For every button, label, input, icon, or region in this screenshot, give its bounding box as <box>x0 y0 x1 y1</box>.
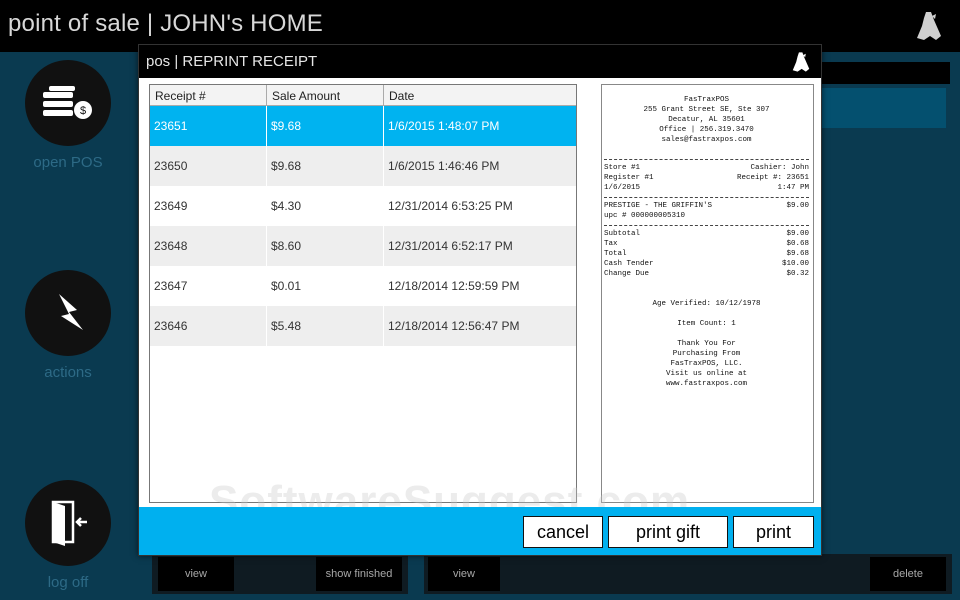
receipt-date: 1/6/2015 <box>604 184 641 192</box>
receipt-office-phone: Office | 256.319.3470 <box>659 126 754 134</box>
table-header: Receipt # Sale Amount Date <box>150 85 576 106</box>
app-title: point of sale | JOHN's HOME <box>8 10 323 37</box>
receipt-address-line1: 255 Grant Street SE, Ste 307 <box>643 106 770 114</box>
receipt-divider <box>604 225 809 226</box>
right-panel-selected-row <box>822 88 946 128</box>
dialog-title: pos | REPRINT RECEIPT <box>146 53 318 70</box>
open-pos-button[interactable]: $ <box>25 60 111 146</box>
actions-button[interactable] <box>25 270 111 356</box>
receipt-number: 23648 <box>150 226 267 266</box>
receipt-website: www.fastraxpos.com <box>665 380 747 388</box>
sale-date: 1/6/2015 1:46:46 PM <box>388 159 500 173</box>
sale-amount: $0.01 <box>267 266 384 306</box>
sale-date: 1/6/2015 1:48:07 PM <box>388 119 500 133</box>
receipt-email: sales@fastraxpos.com <box>661 136 752 144</box>
dialog-logo-icon <box>792 52 810 72</box>
sale-amount: $9.68 <box>267 146 384 186</box>
receipt-item-upc: upc # 000000005310 <box>604 212 686 220</box>
column-header-amount[interactable]: Sale Amount <box>267 85 384 105</box>
print-button[interactable]: print <box>733 516 814 548</box>
reprint-receipt-dialog: pos | REPRINT RECEIPT Receipt # Sale Amo… <box>138 44 822 556</box>
receipt-total-value: $9.00 <box>786 230 809 238</box>
receipt-store: Store #1 <box>604 164 641 172</box>
receipt-thanks-line3: FasTraxPOS, LLC. <box>670 360 743 368</box>
table-row[interactable]: 23647 $0.01 12/18/2014 12:59:59 PM <box>150 266 576 306</box>
delete-button[interactable]: delete <box>870 557 946 591</box>
receipt-total-value: $0.68 <box>786 240 809 248</box>
receipt-total-label: Cash Tender <box>604 260 654 268</box>
sale-date: 12/31/2014 6:52:17 PM <box>388 239 513 253</box>
receipt-age-verified: Age Verified: 10/12/1978 <box>652 300 761 308</box>
receipt-address-line2: Decatur, AL 35601 <box>668 116 745 124</box>
receipt-number: 23649 <box>150 186 267 226</box>
table-row[interactable]: 23649 $4.30 12/31/2014 6:53:25 PM <box>150 186 576 226</box>
table-row[interactable]: 23648 $8.60 12/31/2014 6:52:17 PM <box>150 226 576 266</box>
receipt-total-label: Tax <box>604 240 618 248</box>
receipt-item-line: PRESTIGE - THE GRIFFIN'S $9.00 <box>604 201 809 211</box>
receipt-register: Register #1 <box>604 174 654 182</box>
receipt-cashier: Cashier: John <box>750 164 809 172</box>
sale-date: 12/18/2014 12:56:47 PM <box>388 319 520 333</box>
receipt-time: 1:47 PM <box>777 184 809 192</box>
view-button-left[interactable]: view <box>158 557 234 591</box>
svg-text:$: $ <box>80 105 86 117</box>
lightning-icon <box>59 294 83 330</box>
column-header-date[interactable]: Date <box>384 85 576 105</box>
receipt-total-label: Change Due <box>604 270 650 278</box>
receipt-total-label: Subtotal <box>604 230 641 238</box>
receipt-number-line: Receipt #: 23651 <box>736 174 809 182</box>
view-button-right[interactable]: view <box>428 557 500 591</box>
receipt-total-line: Cash Tender $10.00 <box>604 259 809 269</box>
sale-amount: $9.68 <box>267 106 384 146</box>
receipt-total-line: Subtotal $9.00 <box>604 229 809 239</box>
receipt-total-line: Total $9.68 <box>604 249 809 259</box>
sale-amount: $5.48 <box>267 306 384 346</box>
receipt-total-value: $9.68 <box>786 250 809 258</box>
receipt-preview: FasTraxPOS 255 Grant Street SE, Ste 307 … <box>601 84 814 503</box>
log-off-button[interactable] <box>25 480 111 566</box>
receipt-total-line: Change Due $0.32 <box>604 269 809 279</box>
actions-label: actions <box>44 364 92 381</box>
receipt-visit-line: Visit us online at <box>665 370 747 378</box>
dialog-header: pos | REPRINT RECEIPT <box>139 45 821 78</box>
receipt-item-count: Item Count: 1 <box>677 320 736 328</box>
receipt-number: 23650 <box>150 146 267 186</box>
receipt-datetime-line: 1/6/2015 1:47 PM <box>604 183 809 193</box>
app-logo-icon <box>917 12 941 40</box>
receipt-total-line: Tax $0.68 <box>604 239 809 249</box>
sale-amount: $4.30 <box>267 186 384 226</box>
sale-date: 12/18/2014 12:59:59 PM <box>388 279 520 293</box>
receipt-number: 23646 <box>150 306 267 346</box>
show-finished-button[interactable]: show finished <box>316 557 402 591</box>
sale-date: 12/31/2014 6:53:25 PM <box>388 199 513 213</box>
cash-stack-icon: $ <box>43 86 92 119</box>
log-off-label: log off <box>47 574 89 591</box>
exit-door-icon <box>51 500 87 546</box>
cancel-button[interactable]: cancel <box>523 516 603 548</box>
column-header-receipt[interactable]: Receipt # <box>150 85 267 105</box>
receipt-company: FasTraxPOS <box>683 96 729 104</box>
dialog-footer: cancel print gift print <box>139 507 821 555</box>
sale-amount: $8.60 <box>267 226 384 266</box>
table-row[interactable]: 23646 $5.48 12/18/2014 12:56:47 PM <box>150 306 576 346</box>
table-row[interactable]: 23650 $9.68 1/6/2015 1:46:46 PM <box>150 146 576 186</box>
receipt-register-line: Register #1 Receipt #: 23651 <box>604 173 809 183</box>
print-gift-button[interactable]: print gift <box>608 516 728 548</box>
receipt-item-price: $9.00 <box>786 202 809 210</box>
right-panel-header <box>822 62 950 84</box>
receipt-store-line: Store #1 Cashier: John <box>604 163 809 173</box>
receipt-divider <box>604 159 809 160</box>
receipt-divider <box>604 197 809 198</box>
open-pos-label: open POS <box>33 154 103 171</box>
receipt-thanks-line2: Purchasing From <box>672 350 741 358</box>
receipt-total-value: $10.00 <box>781 260 809 268</box>
table-row[interactable]: 23651 $9.68 1/6/2015 1:48:07 PM <box>150 106 576 146</box>
receipt-item-name: PRESTIGE - THE GRIFFIN'S <box>604 202 713 210</box>
receipt-number: 23651 <box>150 106 267 146</box>
receipt-total-label: Total <box>604 250 627 258</box>
receipts-table: Receipt # Sale Amount Date 23651 $9.68 1… <box>149 84 577 503</box>
receipt-total-value: $0.32 <box>786 270 809 278</box>
receipt-number: 23647 <box>150 266 267 306</box>
receipt-thanks-line1: Thank You For <box>677 340 736 348</box>
